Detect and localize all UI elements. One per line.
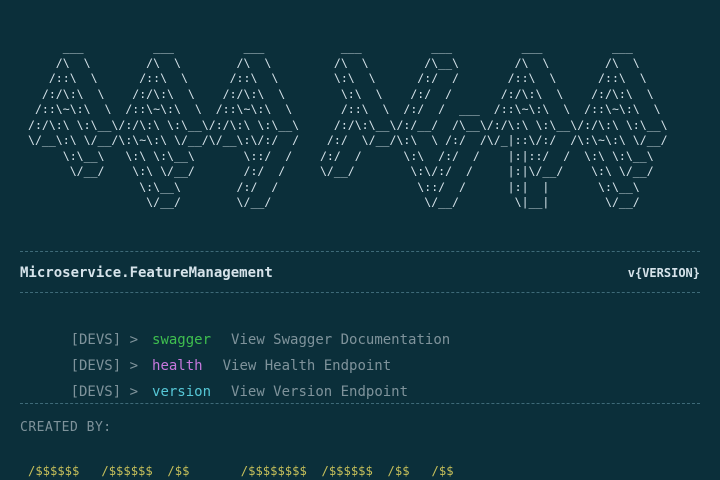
command-description: View Health Endpoint [222,358,392,374]
ascii-signature: /$$$$$$ /$$$$$$ /$$ /$$$$$$$$ /$$$$$$ /$… [28,464,454,478]
page: ___ ___ ___ ___ ___ ___ ___ /\ \ /\ \ /\… [0,0,720,480]
ascii-banner: ___ ___ ___ ___ ___ ___ ___ /\ \ /\ \ /\… [28,40,668,209]
version-tag: v{VERSION} [627,266,700,280]
command-prompt: [DEVS] > [70,384,139,400]
service-name: Microservice.FeatureManagement [20,265,273,281]
service-header: Microservice.FeatureManagement v{VERSION… [20,263,700,283]
command-list: [DEVS] > swagger View Swagger Documentatio… [20,313,451,400]
command-description: View Swagger Documentation [231,332,451,348]
command-prompt: [DEVS] > [70,358,139,374]
created-by-label: CREATED BY: [20,420,112,435]
swagger-link[interactable]: swagger [152,332,211,348]
divider-header [20,292,700,293]
command-prompt: [DEVS] > [70,332,139,348]
divider-top [20,251,700,252]
version-link[interactable]: version [152,384,211,400]
command-row-swagger: [DEVS] > swagger View Swagger Documentatio… [20,313,451,348]
command-description: View Version Endpoint [231,384,409,400]
divider-footer [20,403,700,404]
health-link[interactable]: health [152,358,203,374]
